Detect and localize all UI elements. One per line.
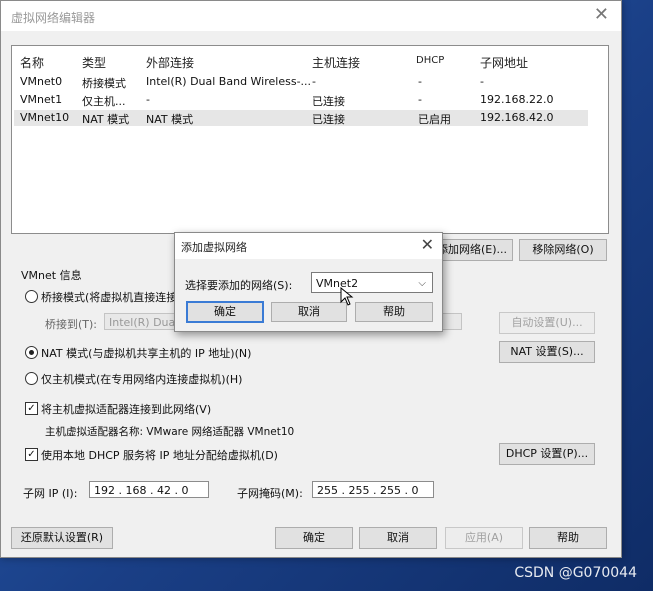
column-header-dhcp[interactable]: DHCP (416, 55, 444, 66)
chevron-down-icon: ⌵ (418, 278, 426, 289)
adapter-name-label: 主机虚拟适配器名称: VMware 网络适配器 VMnet10 (45, 426, 295, 438)
bridge-to-label: 桥接到(T): (45, 318, 98, 331)
watermark: CSDN @G070044 (514, 565, 637, 581)
nat-settings-button[interactable]: NAT 设置(S)... (499, 341, 595, 363)
help-button[interactable]: 帮助 (529, 527, 607, 549)
auto-settings-button[interactable]: 自动设置(U)... (499, 312, 595, 334)
add-network-button[interactable]: 添加网络(E)... (431, 239, 513, 261)
cell-external: NAT 模式 (146, 113, 194, 126)
subnet-ip-label: 子网 IP (I): (23, 487, 78, 500)
column-header-external[interactable]: 外部连接 (146, 54, 194, 71)
cell-external: Intel(R) Dual Band Wireless-... (146, 75, 312, 88)
restore-defaults-button[interactable]: 还原默认设置(R) (11, 527, 113, 549)
cell-type: 桥接模式 (82, 77, 126, 90)
ok-button[interactable]: 确定 (275, 527, 353, 549)
dialog-title: 添加虚拟网络 (181, 241, 247, 254)
hostonly-radio[interactable] (25, 372, 38, 385)
dialog-ok-button[interactable]: 确定 (186, 301, 264, 323)
cell-subnet: - (480, 75, 484, 88)
cell-dhcp: - (418, 75, 422, 88)
cell-host: 已连接 (312, 95, 345, 108)
table-row-selected[interactable]: VMnet10 NAT 模式 NAT 模式 已连接 已启用 192.168.42… (14, 110, 588, 126)
nat-label[interactable]: NAT 模式(与虚拟机共享主机的 IP 地址)(N) (41, 345, 251, 361)
cell-external: - (146, 93, 150, 106)
cell-type: NAT 模式 (82, 113, 130, 126)
subnet-ip-field[interactable]: 192 . 168 . 42 . 0 (89, 481, 209, 498)
apply-button[interactable]: 应用(A) (445, 527, 523, 549)
remove-network-button[interactable]: 移除网络(O) (519, 239, 607, 261)
dialog-titlebar: 添加虚拟网络 ✕ (175, 233, 442, 259)
cell-dhcp: - (418, 93, 422, 106)
column-header-host[interactable]: 主机连接 (312, 54, 360, 71)
cell-host: - (312, 75, 316, 88)
network-select[interactable]: VMnet2 ⌵ (311, 272, 433, 293)
cell-subnet: 192.168.22.0 (480, 93, 554, 106)
window-titlebar: 虚拟网络编辑器 ✕ (1, 1, 621, 31)
cell-name: VMnet0 (20, 75, 63, 88)
dhcp-label[interactable]: 使用本地 DHCP 服务将 IP 地址分配给虚拟机(D) (41, 447, 278, 463)
nat-radio[interactable] (25, 346, 38, 359)
cell-name: VMnet1 (20, 93, 63, 106)
connect-adapter-label[interactable]: 将主机虚拟适配器连接到此网络(V) (41, 401, 211, 417)
cell-dhcp: 已启用 (418, 113, 451, 126)
subnet-mask-label: 子网掩码(M): (237, 487, 303, 500)
dialog-help-button[interactable]: 帮助 (355, 302, 433, 322)
window-title: 虚拟网络编辑器 (11, 11, 96, 25)
dialog-close-icon[interactable]: ✕ (421, 235, 434, 254)
bridged-radio[interactable] (25, 290, 38, 303)
hostonly-label[interactable]: 仅主机模式(在专用网络内连接虚拟机)(H) (41, 371, 242, 387)
vmnet-info-label: VMnet 信息 (21, 269, 82, 282)
column-header-name[interactable]: 名称 (20, 54, 44, 71)
dhcp-checkbox[interactable]: ✓ (25, 448, 38, 461)
cell-type: 仅主机... (82, 95, 126, 108)
close-icon[interactable]: ✕ (594, 4, 609, 25)
cell-subnet: 192.168.42.0 (480, 111, 554, 124)
subnet-mask-field[interactable]: 255 . 255 . 255 . 0 (312, 481, 434, 498)
column-header-subnet[interactable]: 子网地址 (480, 54, 528, 71)
cell-name: VMnet10 (20, 111, 70, 124)
add-virtual-network-dialog: 添加虚拟网络 ✕ 选择要添加的网络(S): VMnet2 ⌵ 确定 取消 帮助 (174, 232, 443, 332)
select-network-label: 选择要添加的网络(S): (185, 279, 293, 292)
table-row[interactable]: VMnet1 仅主机... - 已连接 - 192.168.22.0 (14, 92, 588, 108)
network-list[interactable]: 名称 类型 外部连接 主机连接 DHCP 子网地址 VMnet0 桥接模式 In… (11, 45, 609, 234)
dhcp-settings-button[interactable]: DHCP 设置(P)... (499, 443, 595, 465)
table-row[interactable]: VMnet0 桥接模式 Intel(R) Dual Band Wireless-… (14, 74, 588, 90)
connect-adapter-checkbox[interactable]: ✓ (25, 402, 38, 415)
cancel-button[interactable]: 取消 (359, 527, 437, 549)
column-header-type[interactable]: 类型 (82, 54, 106, 71)
mouse-cursor-icon (340, 287, 354, 306)
dialog-cancel-button[interactable]: 取消 (271, 302, 347, 322)
cell-host: 已连接 (312, 113, 345, 126)
